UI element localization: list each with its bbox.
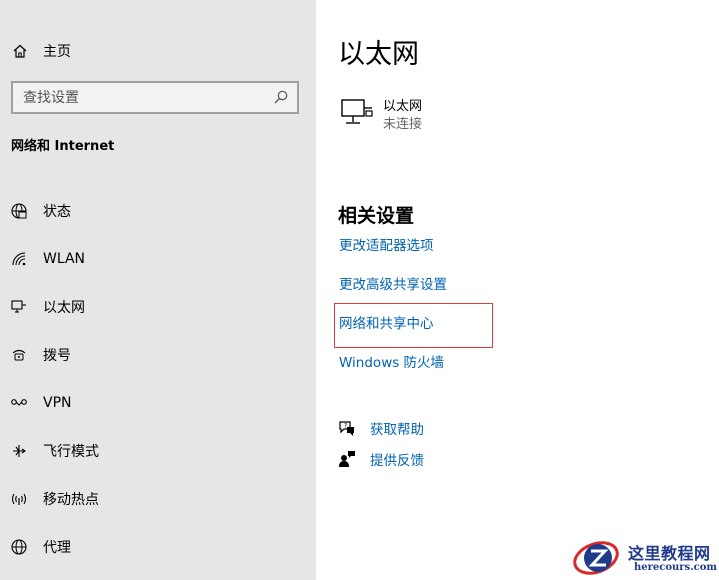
sidebar-item-airplane[interactable]: 飞行模式	[0, 427, 316, 475]
sidebar-item-ethernet[interactable]: 以太网	[0, 283, 316, 331]
ethernet-icon	[11, 300, 26, 313]
ethernet-adapter-icon	[341, 99, 373, 124]
home-label: 主页	[43, 44, 71, 60]
give-feedback-label: 提供反馈	[370, 453, 424, 469]
dialup-icon	[12, 349, 26, 361]
sidebar-item-label: VPN	[43, 395, 72, 411]
sidebar-item-dialup[interactable]: 拨号	[0, 331, 316, 379]
section-title: 网络和 Internet	[11, 139, 115, 154]
sidebar-item-vpn[interactable]: VPN	[0, 379, 316, 427]
give-feedback-link[interactable]: 提供反馈	[338, 449, 424, 469]
sidebar-item-label: 代理	[43, 540, 71, 556]
sidebar-item-label: 以太网	[43, 300, 85, 316]
sidebar-nav: 状态 WLAN 以太网 拨号 VPN 飞行模式 移动热点 代理	[0, 187, 316, 571]
globe-icon	[11, 203, 27, 219]
highlight-box	[334, 303, 493, 348]
watermark-title: 这里教程网	[628, 544, 711, 563]
sidebar: 主页 网络和 Internet 状态 WLAN	[0, 0, 316, 580]
svg-text:?: ?	[344, 423, 347, 430]
sidebar-home[interactable]: 主页	[12, 40, 71, 62]
sidebar-item-proxy[interactable]: 代理	[0, 523, 316, 571]
hotspot-icon	[11, 493, 27, 505]
sidebar-item-status[interactable]: 状态	[0, 187, 316, 235]
proxy-globe-icon	[11, 539, 27, 555]
feedback-icon	[339, 451, 355, 467]
adapter-text: 以太网 未连接	[383, 98, 422, 134]
sidebar-item-label: 拨号	[43, 348, 71, 364]
sidebar-item-label: 状态	[43, 204, 71, 220]
search-box[interactable]	[11, 81, 299, 114]
get-help-label: 获取帮助	[370, 422, 424, 438]
related-settings-title: 相关设置	[338, 205, 415, 227]
adapter-status: 未连接	[383, 117, 423, 132]
watermark: 这里教程网 herecours.com	[572, 536, 719, 580]
vpn-icon	[11, 399, 27, 406]
sidebar-item-label: 移动热点	[43, 492, 99, 508]
search-input[interactable]	[23, 89, 263, 106]
watermark-url: herecours.com	[634, 562, 718, 573]
home-icon	[13, 44, 27, 58]
adapter-name: 以太网	[383, 99, 423, 114]
airplane-icon	[13, 445, 26, 457]
sidebar-item-label: WLAN	[43, 251, 86, 267]
sidebar-item-hotspot[interactable]: 移动热点	[0, 475, 316, 523]
help-chat-icon: ?	[339, 421, 354, 436]
main-panel: 以太网 以太网 未连接 相关设置 更改适配器选项 更改高级共享设置 网络和共享中…	[338, 0, 719, 580]
sidebar-item-label: 飞行模式	[43, 444, 99, 460]
change-advanced-sharing-link[interactable]: 更改高级共享设置	[339, 273, 447, 293]
change-adapter-options-link[interactable]: 更改适配器选项	[339, 234, 434, 254]
windows-firewall-link[interactable]: Windows 防火墙	[339, 351, 444, 371]
wifi-icon	[12, 252, 26, 266]
sidebar-item-wlan[interactable]: WLAN	[0, 235, 316, 283]
search-icon[interactable]	[273, 89, 289, 105]
watermark-logo-icon	[573, 541, 619, 575]
page-title: 以太网	[338, 39, 419, 70]
ethernet-adapter[interactable]: 以太网 未连接	[340, 98, 422, 134]
get-help-link[interactable]: ? 获取帮助	[338, 418, 424, 438]
